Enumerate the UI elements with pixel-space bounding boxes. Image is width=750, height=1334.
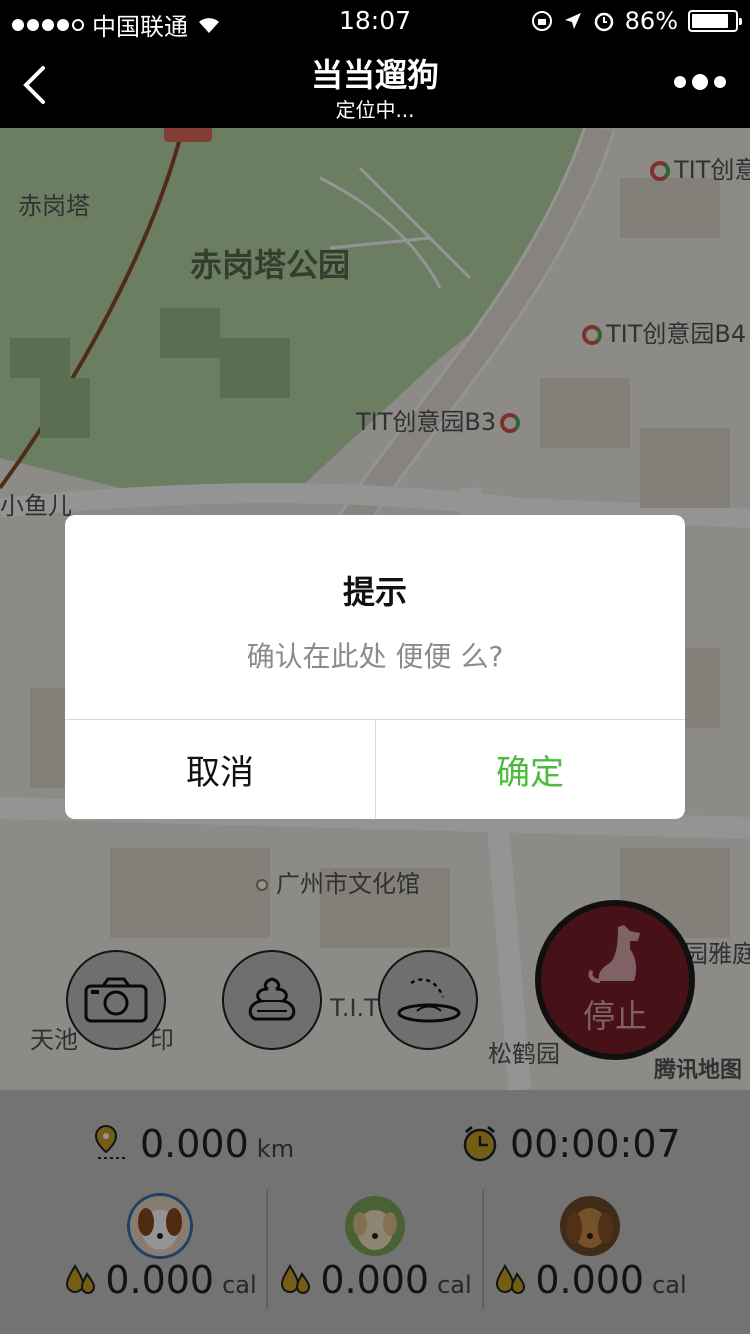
navigation-bar: 当当遛狗 定位中... xyxy=(0,40,750,128)
cancel-button[interactable]: 取消 xyxy=(65,720,375,819)
confirm-button[interactable]: 确定 xyxy=(375,720,685,819)
dialog-message: 确认在此处 便便 么? xyxy=(246,640,504,673)
alarm-icon xyxy=(594,12,613,32)
more-options-button[interactable] xyxy=(674,74,726,90)
status-bar: 中国联通 18:07 86% xyxy=(0,0,750,41)
confirm-dialog: 提示 确认在此处 便便 么? 取消 确定 xyxy=(65,515,685,819)
page-subtitle: 定位中... xyxy=(335,98,415,122)
location-arrow-icon xyxy=(564,13,581,29)
battery-percent: 86% xyxy=(624,7,678,35)
page-title: 当当遛狗 xyxy=(310,56,439,94)
dialog-title: 提示 xyxy=(342,573,407,611)
battery-icon xyxy=(688,10,742,32)
rotation-lock-icon xyxy=(531,11,552,31)
